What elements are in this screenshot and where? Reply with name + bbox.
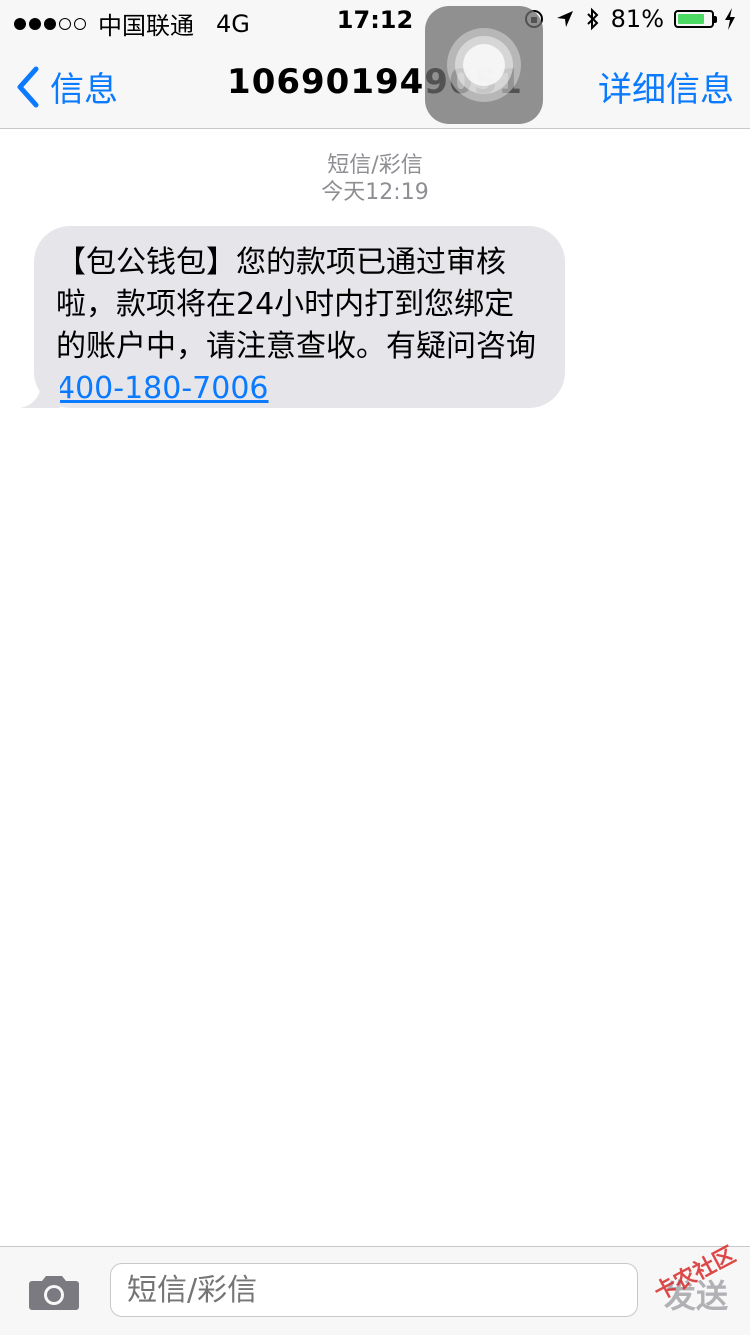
- message-time-label: 今天12:19: [321, 180, 429, 205]
- charging-bolt-icon: [725, 8, 735, 30]
- camera-icon[interactable]: [28, 1273, 80, 1311]
- details-button[interactable]: 详细信息: [598, 62, 734, 111]
- message-text: 【包公钱包】您的款项已通过审核啦，款项将在24小时内打到您绑定的账户中，请注意查…: [56, 245, 536, 364]
- composer-bar: 发送: [0, 1246, 750, 1335]
- status-bar: 中国联通 4G 17:12 81%: [0, 0, 750, 40]
- message-type-label: 短信/彩信: [327, 153, 423, 178]
- status-right: 81%: [523, 5, 736, 33]
- battery-percent: 81%: [610, 5, 664, 33]
- message-input[interactable]: [110, 1263, 638, 1317]
- assistive-touch-button[interactable]: [425, 6, 543, 124]
- phone-link[interactable]: 400-180-7006: [56, 371, 269, 406]
- battery-fill: [678, 14, 704, 24]
- bluetooth-icon: [586, 7, 599, 31]
- message-bubble: 【包公钱包】您的款项已通过审核啦，款项将在24小时内打到您绑定的账户中，请注意查…: [20, 226, 565, 408]
- message-timestamp: 短信/彩信 今天12:19: [0, 152, 750, 206]
- location-arrow-icon: [556, 11, 573, 27]
- battery-icon: [674, 10, 717, 28]
- navigation-bar: 信息 106901949051 详细信息: [0, 40, 750, 129]
- bubble-tail: [20, 378, 60, 408]
